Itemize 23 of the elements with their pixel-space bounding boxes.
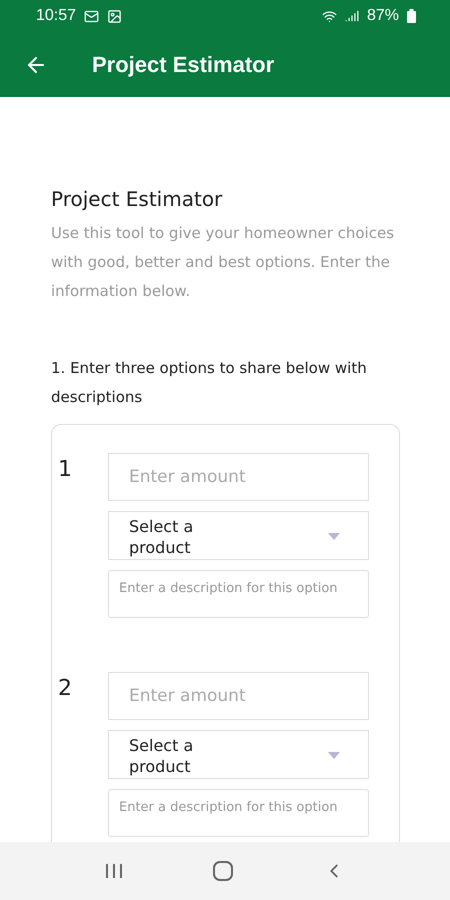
product-dropdown[interactable]: Select a product — [108, 730, 369, 779]
amount-field[interactable]: Enter amount — [108, 453, 369, 501]
app-bar-title: Project Estimator — [92, 52, 274, 78]
caret-icon — [328, 752, 340, 759]
option-number: 2 — [57, 675, 73, 703]
wifi-icon — [322, 8, 337, 24]
caret-icon — [328, 533, 340, 540]
battery-percent: 87% — [366, 7, 399, 25]
mail-icon — [84, 8, 100, 24]
step-label: 1. Enter three options to share below with descriptions — [51, 358, 368, 408]
status-time: 10:57 — [36, 7, 76, 25]
amount-field[interactable]: Enter amount — [108, 672, 369, 720]
home-icon[interactable] — [213, 861, 233, 881]
image-icon — [107, 8, 122, 24]
recent-apps-icon[interactable] — [105, 863, 123, 879]
page-heading: Project Estimator — [51, 187, 224, 211]
description-field[interactable]: Enter a description for this option — [108, 789, 369, 837]
option-number: 1 — [57, 456, 73, 484]
signal-icon — [344, 9, 359, 23]
intro-text: Use this tool to give your homeowner choices with good, better and best options. Enter the information below. — [51, 223, 396, 302]
description-field[interactable]: Enter a description for this option — [108, 570, 369, 618]
product-dropdown[interactable]: Select a product — [108, 511, 369, 560]
battery-icon — [407, 9, 416, 23]
